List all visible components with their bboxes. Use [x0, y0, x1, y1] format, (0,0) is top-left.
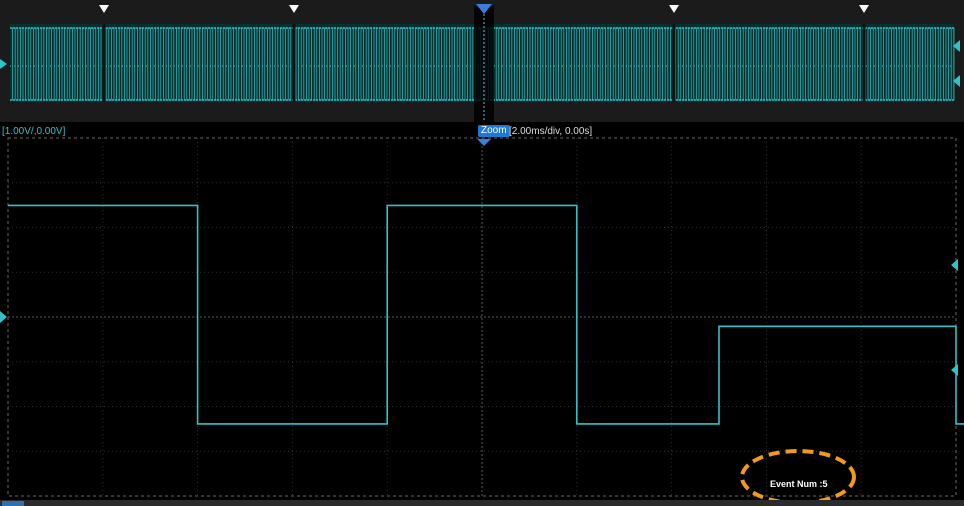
bottom-status-indicator: [2, 501, 24, 506]
event-count-label: Event Num :5: [770, 479, 828, 489]
channel-offset-marker[interactable]: [0, 311, 7, 323]
zoom-badge[interactable]: Zoom: [478, 125, 510, 137]
zoom-timebase-label: [2.00ms/div, 0.00s]: [509, 126, 593, 137]
channel-scale-label: [1.00V/,0.00V]: [2, 126, 66, 137]
oscilloscope-display: [0, 0, 964, 506]
bottom-status-bar: [0, 500, 964, 506]
